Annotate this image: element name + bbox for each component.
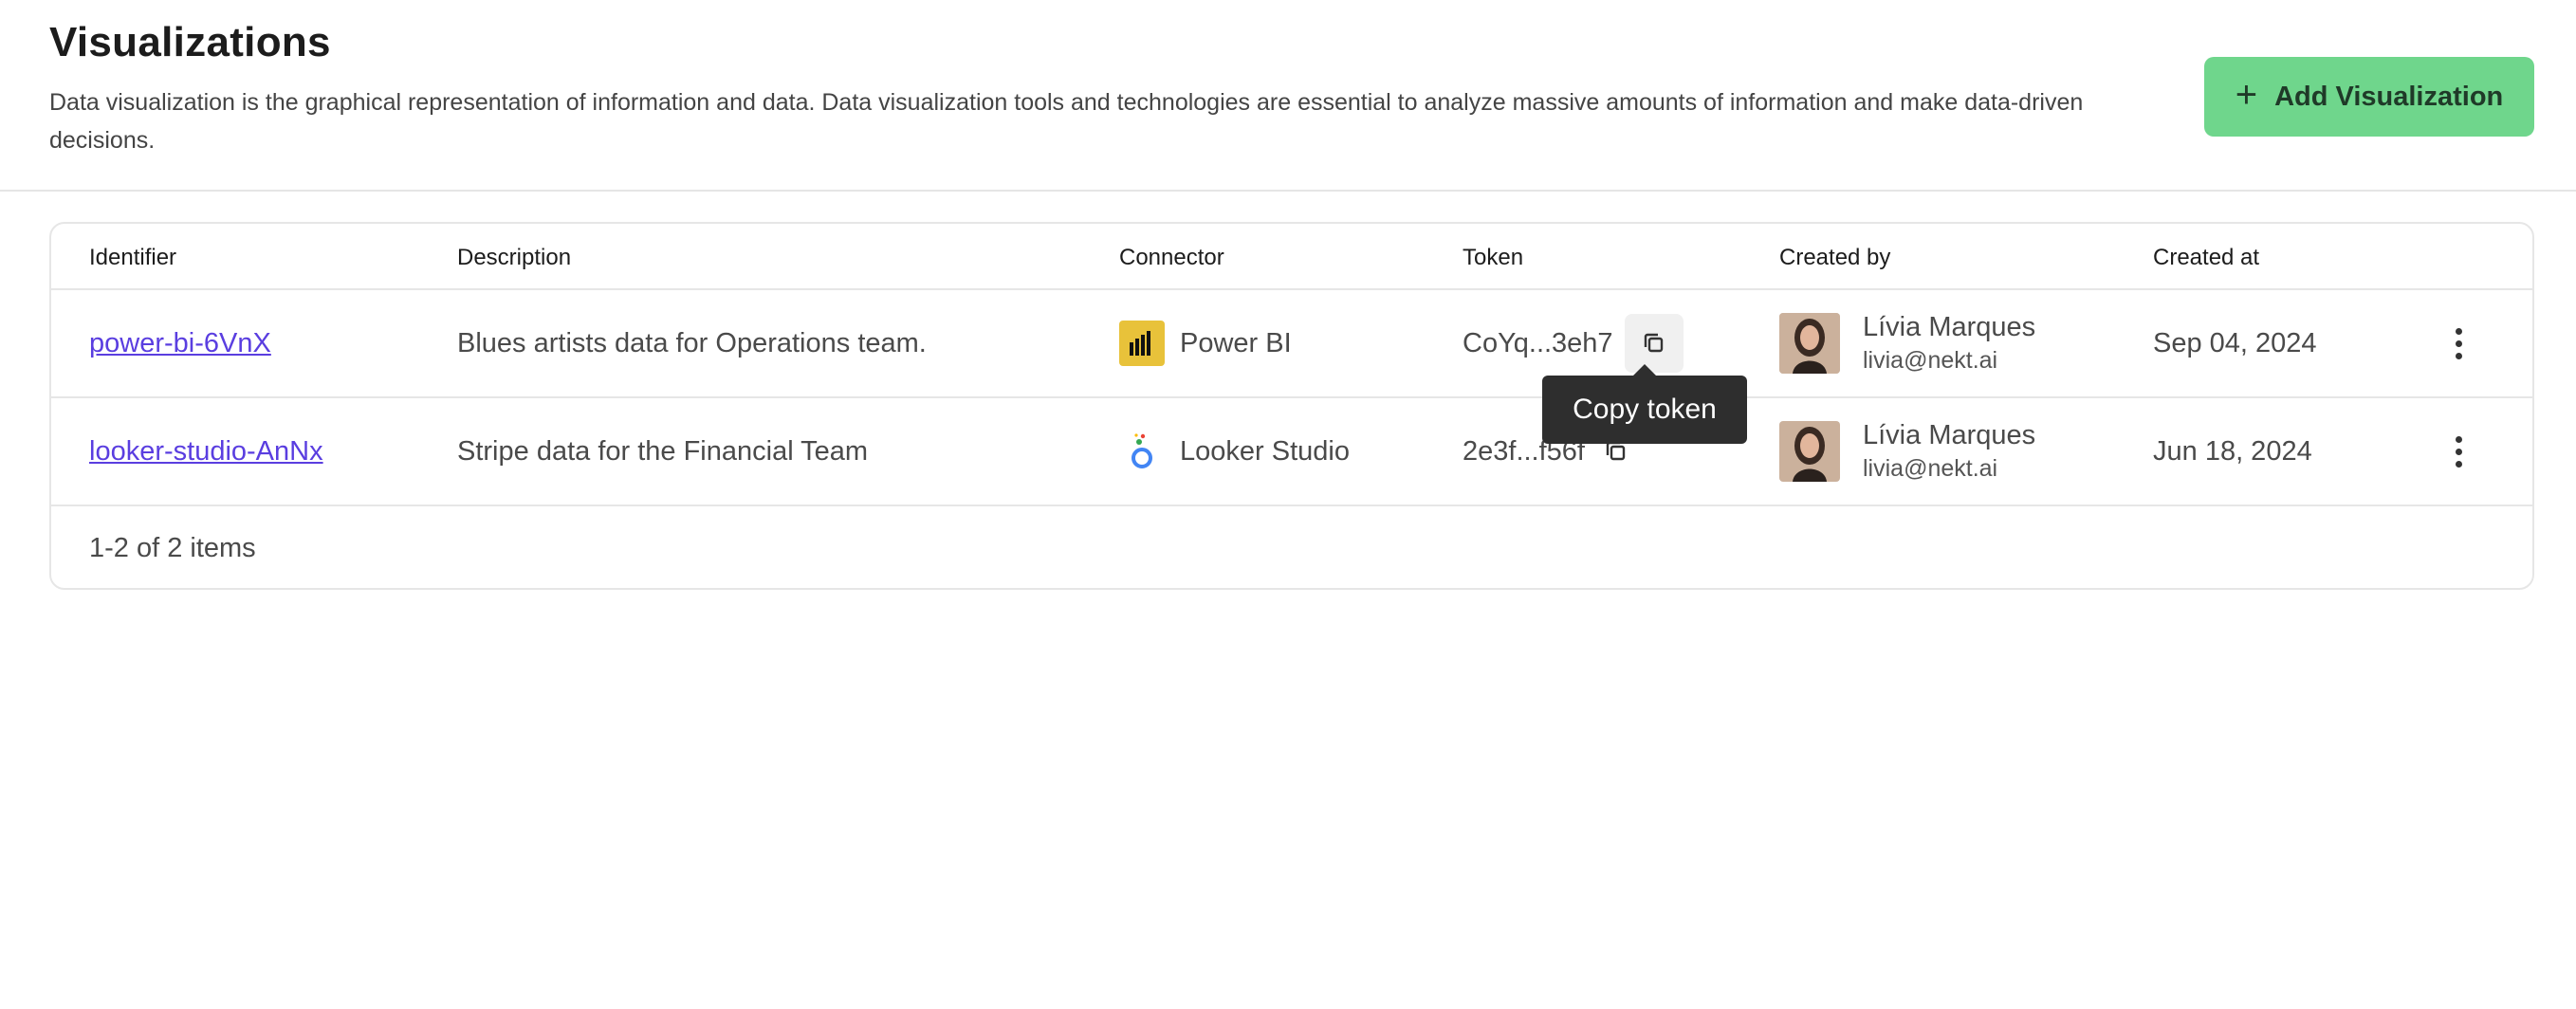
created-at-text: Sep 04, 2024 (2153, 327, 2317, 358)
identifier-link[interactable]: looker-studio-AnNx (89, 436, 323, 468)
column-header-created-at[interactable]: Created at (2153, 245, 2259, 271)
looker-studio-icon (1119, 429, 1165, 474)
column-header-token[interactable]: Token (1463, 245, 1523, 271)
description-text: Stripe data for the Financial Team (457, 435, 869, 467)
column-header-created-by[interactable]: Created by (1779, 245, 1890, 271)
table-header: Identifier Description Connector Token C… (51, 224, 2532, 290)
column-header-identifier[interactable]: Identifier (89, 245, 176, 271)
tooltip-text: Copy token (1573, 394, 1717, 425)
column-header-connector[interactable]: Connector (1119, 245, 1224, 271)
page-title: Visualizations (49, 19, 331, 65)
table-row: looker-studio-AnNx Stripe data for the F… (51, 398, 2532, 506)
add-visualization-label: Add Visualization (2274, 81, 2504, 112)
copy-icon (1644, 333, 1663, 353)
connector-name: Looker Studio (1180, 435, 1350, 467)
plus-icon: + (2235, 74, 2258, 116)
creator-email: livia@nekt.ai (1863, 455, 1998, 482)
column-header-description[interactable]: Description (457, 245, 571, 271)
avatar (1779, 421, 1840, 482)
table-row: power-bi-6VnX Blues artists data for Ope… (51, 290, 2532, 398)
description-text: Blues artists data for Operations team. (457, 327, 927, 358)
add-visualization-button[interactable]: + Add Visualization (2204, 57, 2534, 137)
more-options-icon[interactable] (2449, 327, 2468, 359)
created-at-text: Jun 18, 2024 (2153, 435, 2312, 467)
avatar (1779, 313, 1840, 374)
page-description: Data visualization is the graphical repr… (49, 89, 2084, 154)
copy-token-tooltip: Copy token (1542, 364, 1747, 444)
more-options-icon[interactable] (2449, 435, 2468, 468)
creator-email: livia@nekt.ai (1863, 347, 1998, 374)
page-header: Visualizations Data visualization is the… (0, 0, 2576, 192)
identifier-link[interactable]: power-bi-6VnX (89, 328, 271, 359)
power-bi-icon (1119, 321, 1165, 366)
pagination-text: 1-2 of 2 items (89, 532, 256, 563)
creator-name: Lívia Marques (1863, 420, 2036, 450)
connector-name: Power BI (1180, 327, 1292, 358)
visualizations-table: Identifier Description Connector Token C… (49, 222, 2534, 590)
creator-name: Lívia Marques (1863, 312, 2036, 342)
token-text: CoYq...3eh7 (1463, 327, 1613, 358)
pagination-summary: 1-2 of 2 items (51, 506, 2532, 590)
